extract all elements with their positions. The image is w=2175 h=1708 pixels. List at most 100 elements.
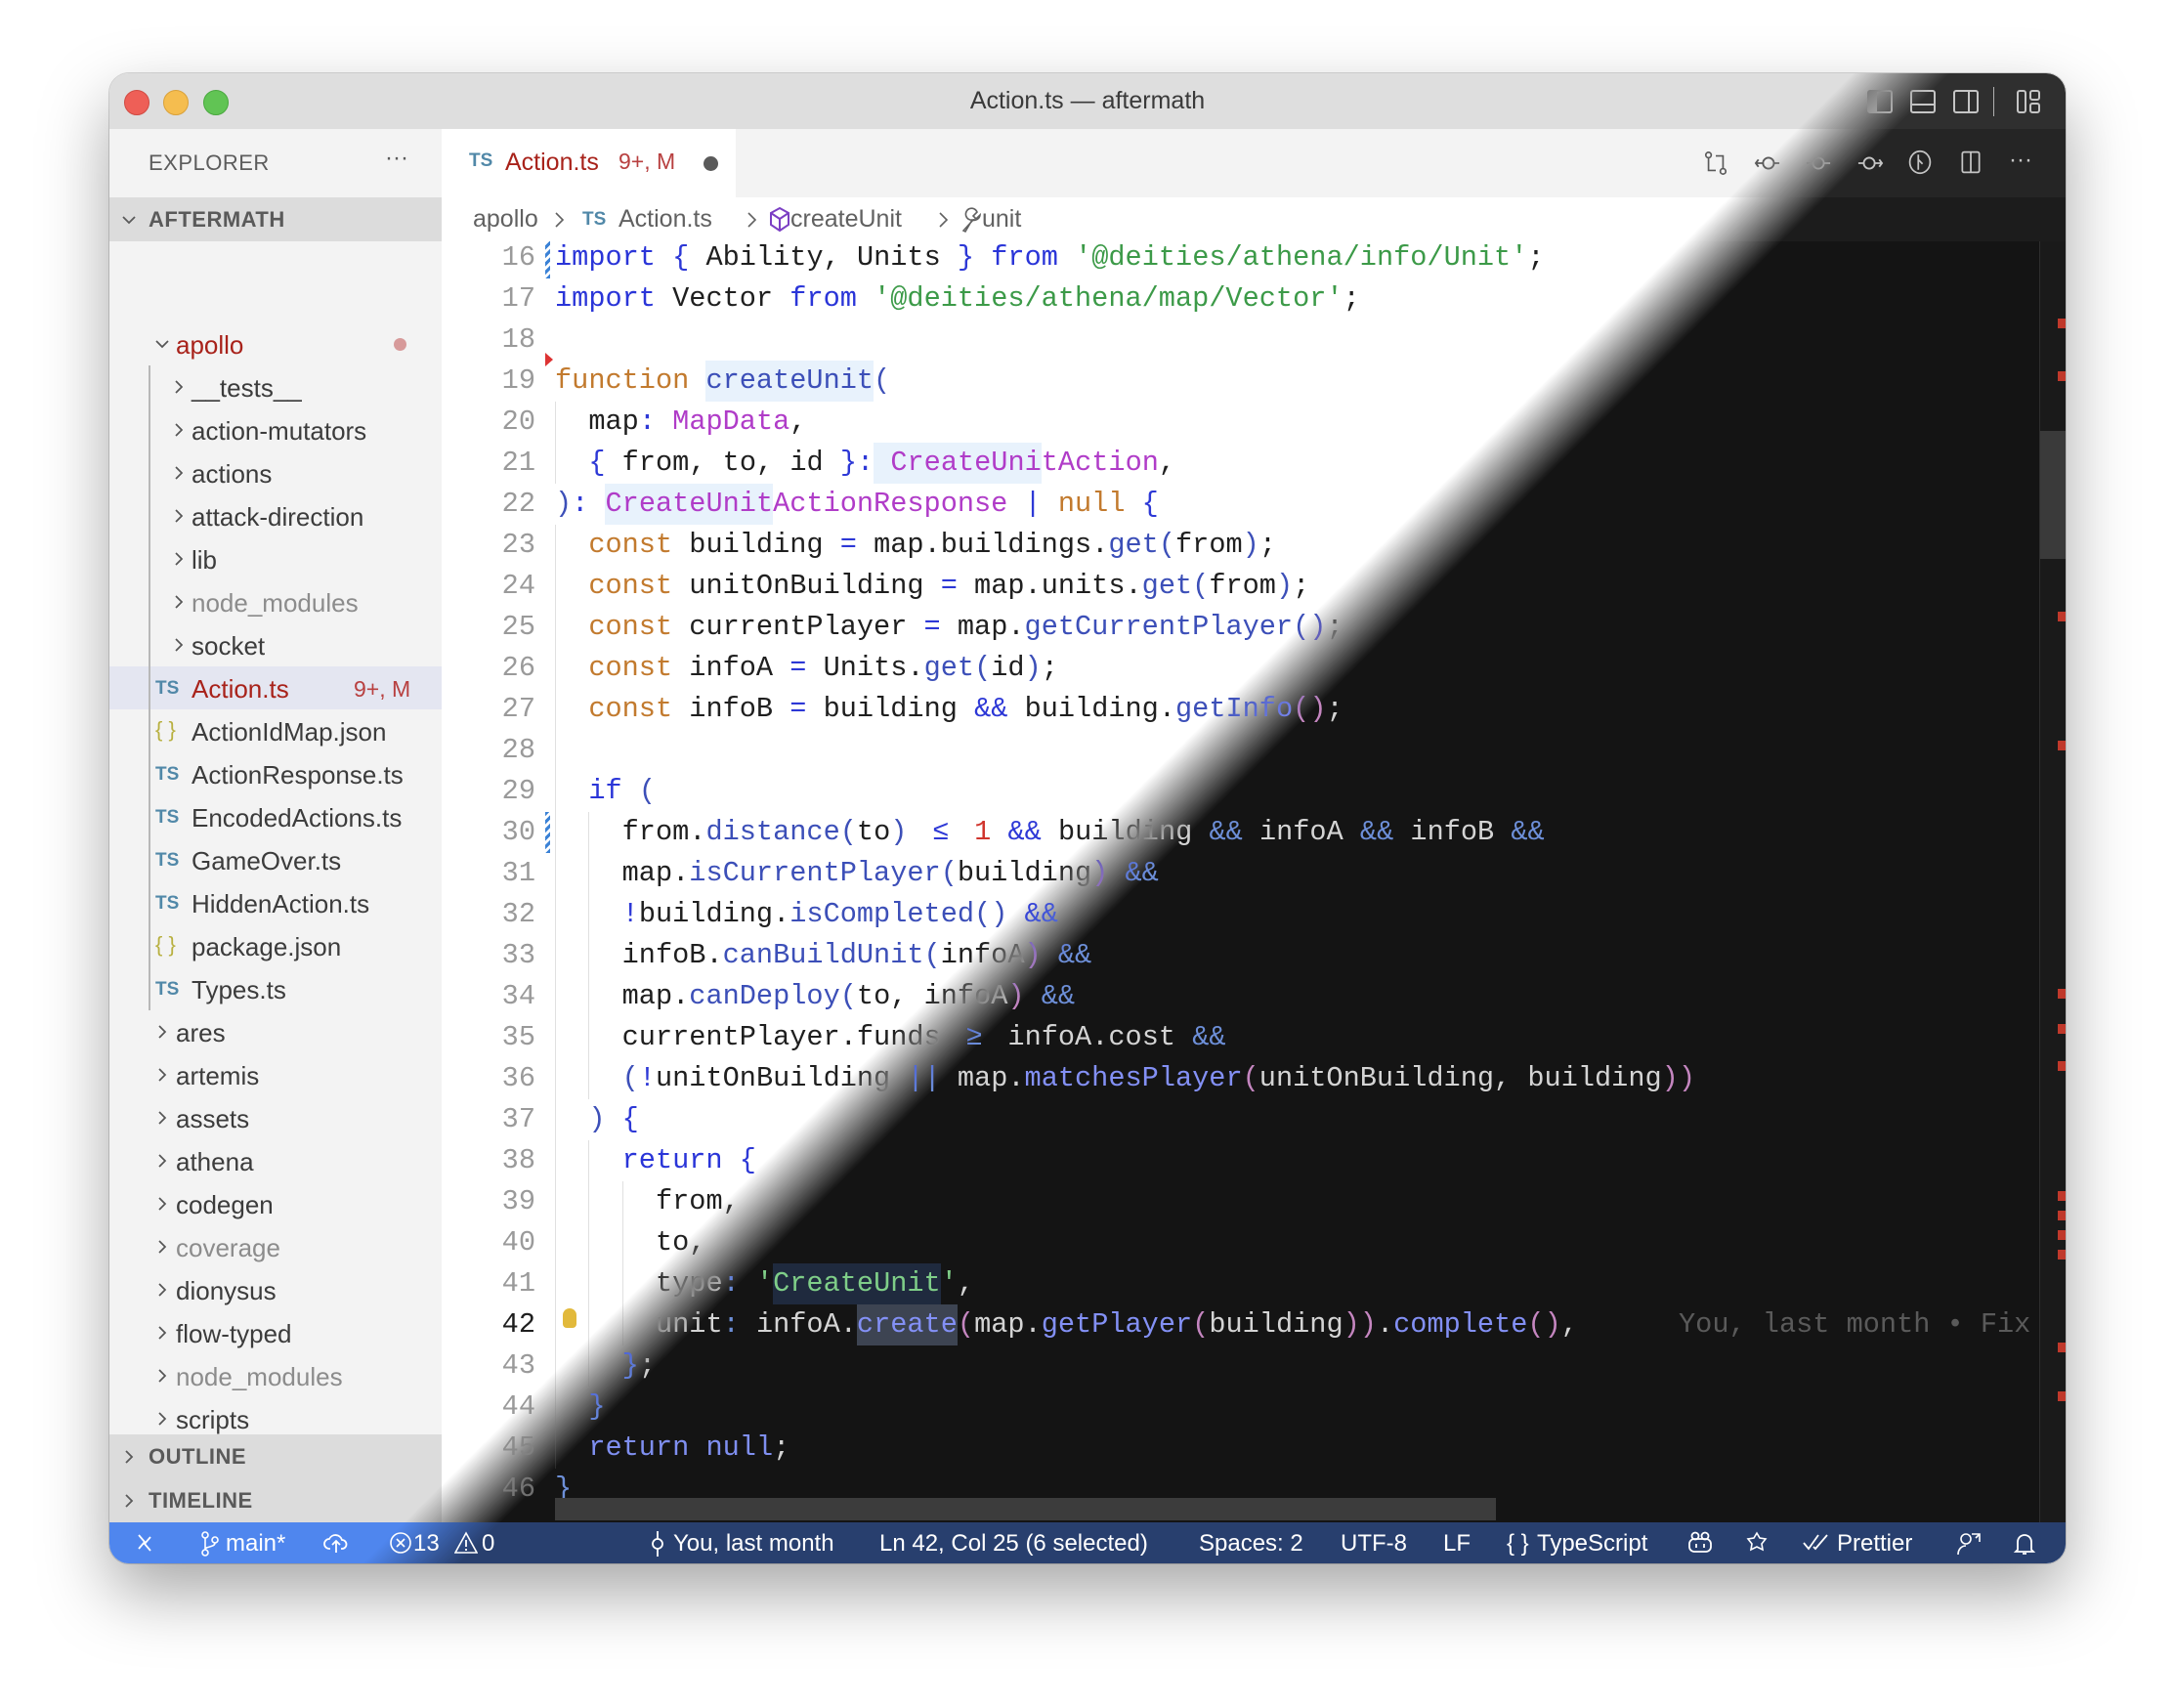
code-line[interactable]: 35 currentPlayer.funds ≥ infoA.cost && [442, 1017, 2039, 1058]
code-line[interactable]: 40 to, [442, 1222, 2039, 1263]
tree-item-package-json[interactable]: { } package.json [109, 924, 442, 967]
code-line[interactable]: 31 map.isCurrentPlayer(building) && [442, 853, 2039, 894]
end-of-line[interactable]: LF [1443, 1530, 1471, 1558]
modified-line-gutter[interactable] [545, 812, 550, 853]
tree-item-flow-typed[interactable]: flow-typed [109, 1311, 442, 1354]
remote-icon[interactable] [135, 1531, 154, 1555]
workspace-root-header[interactable]: AFTERMATH [109, 197, 442, 241]
tree-item-ares[interactable]: ares [109, 1010, 442, 1053]
code-line[interactable]: 30 from.distance(to) ≤ 1 && building && … [442, 812, 2039, 853]
horizontal-scrollbar[interactable] [555, 1498, 1496, 1520]
tree-item-action-ts[interactable]: TS Action.ts 9+, M [109, 666, 442, 709]
code-line[interactable]: 44 } [442, 1387, 2039, 1428]
breadcrumb-unit[interactable]: unit [982, 205, 1021, 234]
next-change-icon[interactable] [1856, 150, 1884, 176]
code-line[interactable]: 45 return null; [442, 1428, 2039, 1469]
code-line[interactable]: 24 const unitOnBuilding = map.units.get(… [442, 566, 2039, 607]
tree-item-node-modules[interactable]: node_modules [109, 580, 442, 623]
code-line[interactable]: 27 const infoB = building && building.ge… [442, 689, 2039, 730]
error-count[interactable]: 13 [413, 1530, 440, 1558]
toggle-panel-icon[interactable] [1909, 89, 1937, 114]
vertical-scrollbar-thumb[interactable] [2040, 431, 2066, 559]
split-editor-icon[interactable] [1957, 149, 1984, 175]
warning-count[interactable]: 0 [482, 1530, 494, 1558]
code-line[interactable]: 20 map: MapData, [442, 402, 2039, 443]
more-actions-icon[interactable]: ··· [2009, 147, 2032, 174]
code-line[interactable]: 37 ) { [442, 1099, 2039, 1140]
tree-item-coverage[interactable]: coverage [109, 1225, 442, 1268]
outline-section[interactable]: OUTLINE [109, 1434, 442, 1478]
code-line[interactable]: 32 !building.isCompleted() && [442, 894, 2039, 935]
tree-item-assets[interactable]: assets [109, 1096, 442, 1139]
code-line[interactable]: 29 if ( [442, 771, 2039, 812]
tree-item-node-modules[interactable]: node_modules [109, 1354, 442, 1397]
tree-item-socket[interactable]: socket [109, 623, 442, 666]
code-line[interactable]: 19 function createUnit( [442, 353, 2039, 402]
formatter-prettier[interactable]: Prettier [1837, 1530, 1912, 1558]
code-line[interactable]: 16 import { Ability, Units } from '@deiti… [442, 241, 2039, 278]
tree-item-tests[interactable]: __tests__ [109, 365, 442, 408]
tree-item-codegen[interactable]: codegen [109, 1182, 442, 1225]
deleted-line-gutter[interactable] [545, 353, 553, 366]
tree-item-apollo[interactable]: apollo [109, 322, 442, 365]
git-graph-icon[interactable] [1906, 149, 1934, 175]
breadcrumb-createunit[interactable]: createUnit [790, 205, 902, 234]
tree-item-athena[interactable]: athena [109, 1139, 442, 1182]
error-icon[interactable] [389, 1531, 412, 1555]
modified-line-gutter[interactable] [545, 241, 550, 278]
code-line[interactable]: 38 return { [442, 1140, 2039, 1181]
open-changes-icon[interactable] [1702, 150, 1729, 176]
cursor-position[interactable]: Ln 42, Col 25 (6 selected) [879, 1530, 1148, 1558]
ellipsis-icon[interactable]: ··· [385, 145, 408, 172]
previous-change-icon[interactable] [1754, 150, 1781, 176]
code-line[interactable]: 21 { from, to, id }: CreateUnitAction, [442, 443, 2039, 484]
commit-icon[interactable] [1805, 150, 1832, 176]
tree-item-hiddenaction-ts[interactable]: TS HiddenAction.ts [109, 881, 442, 924]
tree-item-gameover-ts[interactable]: TS GameOver.ts [109, 838, 442, 881]
breadcrumb-action-ts[interactable]: Action.ts [618, 205, 712, 234]
language-mode[interactable]: TypeScript [1537, 1530, 1647, 1558]
code-line[interactable]: 42 You, last month • Fix a unit: infoA.cr… [442, 1304, 2065, 1345]
tree-item-types-ts[interactable]: TS Types.ts [109, 967, 442, 1010]
tree-item-actionresponse-ts[interactable]: TS ActionResponse.ts [109, 752, 442, 795]
code-editor[interactable]: 16 import { Ability, Units } from '@deiti… [442, 241, 2066, 1522]
git-blame-status[interactable]: You, last month [673, 1530, 834, 1558]
extension-status-icon[interactable] [1744, 1531, 1770, 1557]
code-line[interactable]: 43 }; [442, 1345, 2039, 1387]
bell-icon[interactable] [2013, 1531, 2036, 1557]
tree-item-encodedactions-ts[interactable]: TS EncodedActions.ts [109, 795, 442, 838]
tree-item-actionidmap-json[interactable]: { } ActionIdMap.json [109, 709, 442, 752]
timeline-section[interactable]: TIMELINE [109, 1478, 442, 1522]
code-line[interactable]: 34 map.canDeploy(to, infoA) && [442, 976, 2039, 1017]
git-branch[interactable]: main* [226, 1530, 285, 1558]
toggle-primary-sidebar-icon[interactable] [1866, 89, 1894, 114]
tree-item-attack-direction[interactable]: attack-direction [109, 494, 442, 537]
cloud-upload-icon[interactable] [323, 1531, 349, 1555]
overview-ruler[interactable] [2039, 241, 2066, 1522]
warning-icon[interactable] [454, 1531, 478, 1555]
tree-item-action-mutators[interactable]: action-mutators [109, 408, 442, 451]
code-line[interactable]: 23 const building = map.buildings.get(fr… [442, 525, 2039, 566]
tab-action-ts[interactable]: TS Action.ts 9+, M [442, 129, 736, 197]
code-line[interactable]: 36 (!unitOnBuilding || map.matchesPlayer… [442, 1058, 2039, 1099]
tree-item-actions[interactable]: actions [109, 451, 442, 494]
toggle-secondary-sidebar-icon[interactable] [1952, 89, 1980, 114]
breadcrumb-apollo[interactable]: apollo [473, 205, 538, 234]
code-line[interactable]: 26 const infoA = Units.get(id); [442, 648, 2039, 689]
code-line[interactable]: 22): CreateUnitActionResponse | null { [442, 484, 2039, 525]
code-line[interactable]: 18 [442, 320, 2039, 361]
code-line[interactable]: 39 from, [442, 1181, 2039, 1222]
copilot-icon[interactable] [1686, 1531, 1714, 1555]
customize-layout-icon[interactable] [2015, 89, 2042, 114]
tree-item-dionysus[interactable]: dionysus [109, 1268, 442, 1311]
code-line[interactable]: 28 [442, 730, 2039, 771]
code-line[interactable]: 25 const currentPlayer = map.getCurrentP… [442, 607, 2039, 648]
accounts-icon[interactable] [1956, 1531, 1982, 1557]
tree-item-lib[interactable]: lib [109, 537, 442, 580]
code-line[interactable]: 33 infoB.canBuildUnit(infoA) && [442, 935, 2039, 976]
encoding[interactable]: UTF-8 [1341, 1530, 1407, 1558]
code-line[interactable]: 17 import Vector from '@deities/athena/ma… [442, 278, 2039, 320]
dot-icon[interactable] [704, 156, 718, 171]
indentation[interactable]: Spaces: 2 [1199, 1530, 1303, 1558]
tree-item-artemis[interactable]: artemis [109, 1053, 442, 1096]
